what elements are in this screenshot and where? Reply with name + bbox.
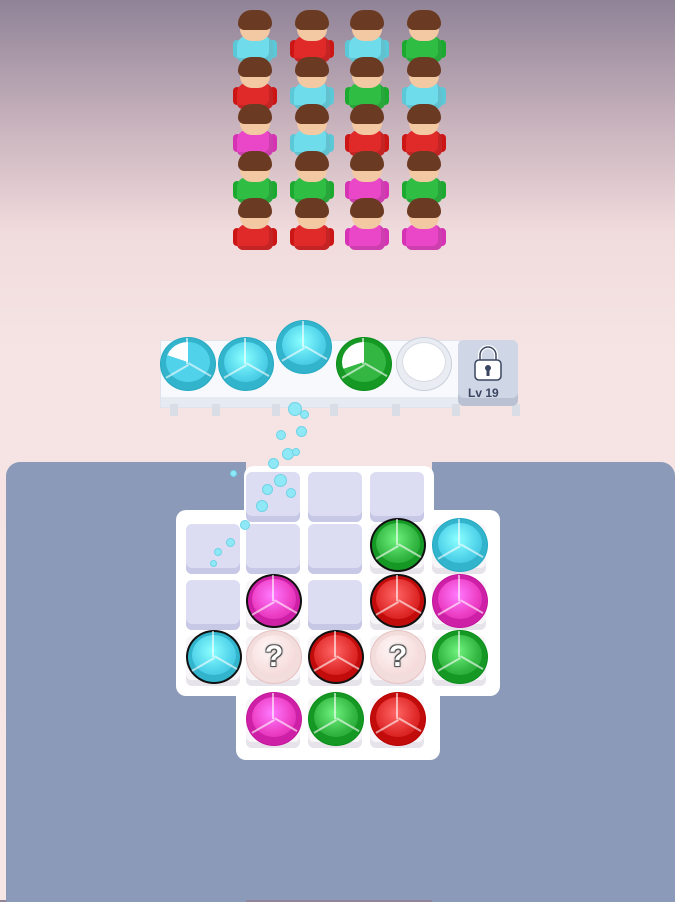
tray-slot-1 <box>160 337 216 391</box>
tray-leg <box>330 404 338 416</box>
tray-slot-2 <box>218 337 274 391</box>
pink-disc[interactable] <box>246 574 302 628</box>
bubble <box>292 448 300 456</box>
tray-leg <box>170 404 178 416</box>
tray-leg <box>212 404 220 416</box>
bubble <box>296 426 307 437</box>
mystery-disc[interactable]: ? <box>370 630 426 684</box>
board-cell[interactable] <box>308 580 362 630</box>
locked-slot[interactable]: Lv 19 <box>458 340 518 406</box>
tray-slot-4 <box>336 337 392 391</box>
bubble <box>300 410 309 419</box>
mystery-mark: ? <box>264 640 284 673</box>
bubble <box>274 474 287 487</box>
bubble <box>210 560 217 567</box>
cyan-disc[interactable] <box>432 518 488 572</box>
bubble <box>214 548 222 556</box>
bubble <box>268 458 279 469</box>
board-cell[interactable] <box>308 472 362 522</box>
mystery-disc[interactable]: ? <box>246 630 302 684</box>
customer-red <box>290 198 334 256</box>
cyan-disc[interactable] <box>186 630 242 684</box>
padlock-icon <box>474 345 502 381</box>
bubble <box>240 520 250 530</box>
bubble <box>256 500 268 512</box>
mystery-mark: ? <box>388 640 408 673</box>
tray-slot-3 <box>276 320 332 374</box>
board-cell[interactable] <box>370 472 424 522</box>
tray-slot-5 <box>396 337 452 391</box>
board-cell[interactable] <box>308 524 362 574</box>
game-scene: Lv 19 ?? <box>0 0 675 902</box>
lock-level-label: Lv 19 <box>468 386 499 400</box>
red-disc[interactable] <box>370 574 426 628</box>
red-disc[interactable] <box>308 630 364 684</box>
customer-pink <box>345 198 389 256</box>
bubble <box>276 430 286 440</box>
board-cell[interactable] <box>246 524 300 574</box>
green-disc[interactable] <box>432 630 488 684</box>
bubble <box>230 470 237 477</box>
bubble <box>262 484 273 495</box>
customer-red <box>233 198 277 256</box>
green-disc[interactable] <box>308 692 364 746</box>
pink-disc[interactable] <box>246 692 302 746</box>
tray-leg <box>272 404 280 416</box>
customer-pink <box>402 198 446 256</box>
green-disc[interactable] <box>370 518 426 572</box>
bubble <box>226 538 235 547</box>
red-disc[interactable] <box>370 692 426 746</box>
tray-leg <box>452 404 460 416</box>
tray-leg <box>392 404 400 416</box>
bubble <box>286 488 296 498</box>
board-cell[interactable] <box>186 580 240 630</box>
pink-disc[interactable] <box>432 574 488 628</box>
